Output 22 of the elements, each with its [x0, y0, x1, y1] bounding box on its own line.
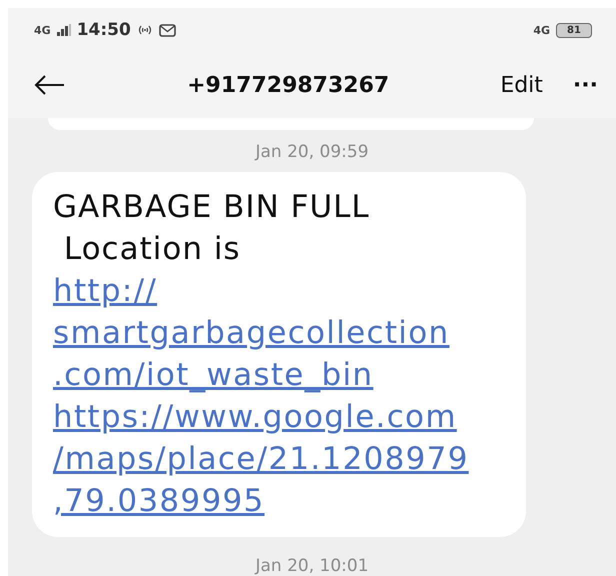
message-text: Location is: [62, 230, 242, 269]
message-link[interactable]: smartgarbagecollection: [53, 315, 450, 351]
back-button[interactable]: [34, 75, 66, 95]
hotspot-icon: [136, 24, 153, 36]
message-link[interactable]: /maps/place/21.1208979: [53, 441, 469, 477]
battery-indicator: 81: [556, 22, 592, 38]
message-link[interactable]: .com/iot_waste_bin: [53, 357, 374, 393]
contact-title: +917729873267: [186, 72, 390, 98]
edit-button[interactable]: Edit: [500, 72, 543, 98]
status-time: 14:50: [76, 20, 131, 40]
mail-icon: [158, 24, 176, 36]
message-link[interactable]: ,79.0389995: [53, 483, 265, 519]
message-link[interactable]: https://www.google.com: [53, 399, 457, 435]
more-button[interactable]: ···: [572, 72, 598, 98]
signal-icon: [56, 24, 71, 36]
network-label: 4G: [34, 24, 51, 36]
message-date: Jan 20, 10:01: [255, 556, 369, 576]
data-network-label: 4G: [533, 24, 550, 36]
message-link[interactable]: http://: [53, 273, 158, 309]
message-date: Jan 20, 09:59: [255, 142, 369, 163]
back-arrow-icon: [34, 75, 66, 95]
message-text: GARBAGE BIN FULL: [53, 188, 371, 227]
